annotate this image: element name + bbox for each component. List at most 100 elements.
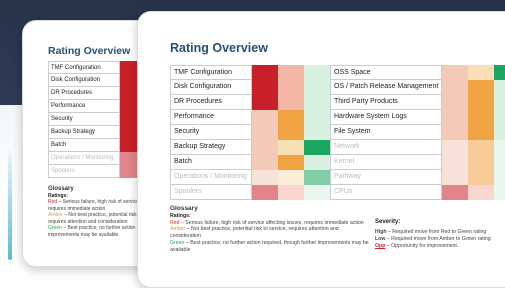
low-text: – Required move from Amber to Green rati… [385,236,491,242]
ratings-heading: Ratings: [170,212,191,219]
rating-cell-amber [468,140,494,155]
rating-cell-red [252,155,278,170]
rating-row: Spoolers [170,185,330,200]
rating-row-label: OS / Patch Release Management [330,80,442,95]
rating-cell-green [494,170,505,185]
glossary-title: Glossary [170,205,198,212]
amber-label: Amber [170,226,186,233]
rating-row-label: Disk Configuration [170,80,252,95]
rating-row-label: Operations / Monitoring [48,152,120,165]
rating-cell-green [304,95,330,110]
rating-row: Security [170,125,330,140]
amber-label: Amber [48,212,63,218]
rating-cell-amber [468,125,494,140]
rating-cell-red [442,125,468,140]
glossary-red: Red – Serious failure, high risk of serv… [170,220,370,227]
red-label: Red [48,199,58,205]
rating-row: Network [330,140,505,155]
rating-row: OSS Space [330,65,505,80]
rating-row: Disk Configuration [170,80,330,95]
rating-cell-red [252,170,278,185]
accent-edge [8,150,12,260]
rating-cell-red [442,65,468,80]
rating-row: File System [330,125,505,140]
rating-cell-green [494,125,505,140]
rating-row: Performance [170,110,330,125]
rating-row-label: OSS Space [330,65,442,80]
rating-row-label: Hardware System Logs [330,110,442,125]
rating-cell-red [442,80,468,95]
rating-cell-amber [468,170,494,185]
rating-cell-amber [278,185,304,200]
rating-row: Pathway [330,170,505,185]
rating-row: Kernel [330,155,505,170]
rating-cell-green [494,95,505,110]
rating-row-label: Security [48,113,120,126]
rating-cell-green [494,65,505,80]
rating-row-label: Disk Configuration [48,74,120,87]
rating-row: Third Party Products [330,95,505,110]
rating-cell-red [442,110,468,125]
rating-row-label: Performance [48,100,120,113]
rating-cell-amber [278,140,304,155]
rating-cell-amber [468,65,494,80]
rating-cell-green [304,125,330,140]
rating-cell-amber [278,170,304,185]
rating-row-label: Kernel [330,155,442,170]
rating-cell-green [304,65,330,80]
rating-cell-amber [468,185,494,200]
rating-cell-green [494,185,505,200]
rating-row-label: CPUs [330,185,442,200]
rating-cell-amber [278,110,304,125]
rating-row: Operations / Monitoring [170,170,330,185]
green-label: Green [48,225,62,231]
rating-cell-amber [278,125,304,140]
rating-cell-green [304,140,330,155]
rating-cell-red [252,185,278,200]
glossary: Glossary Ratings: Red – Serious failure,… [170,205,370,254]
rating-cell-amber [278,65,304,80]
rating-cell-red [442,185,468,200]
rating-row: Backup Strategy [170,140,330,155]
rating-table-right: OSS Space OS / Patch Release Management Th… [330,65,505,200]
rating-cell-red [442,95,468,110]
rating-cell-amber [468,155,494,170]
rating-cell-green [304,80,330,95]
rating-row-label: Pathway [330,170,442,185]
rating-row-label: Batch [48,139,120,152]
severity-high: High – Required move from Red to Green r… [375,229,505,236]
rating-cell-green [494,140,505,155]
rating-row: Hardware System Logs [330,110,505,125]
rating-cell-amber [278,95,304,110]
card-title: Rating Overview [48,45,131,57]
green-text: – Best practice, no further action requi… [170,239,369,253]
severity-opp: Opp – Opportunity for improvement. [375,243,505,250]
rating-row-label: Spoolers [170,185,252,200]
rating-row-label: Operations / Monitoring [170,170,252,185]
red-text: – Serious failure, high risk of service … [179,219,364,226]
rating-cell-red [252,80,278,95]
high-text: – Required move from Red to Green rating [386,229,487,235]
high-label: High [375,229,387,235]
opp-text: – Opportunity for improvement. [385,243,459,249]
rating-overview-card-front: Rating Overview TMF Configuration Disk Co… [137,11,505,288]
opp-label: Opp [375,243,386,249]
glossary-amber: Amber – Not best practice, potential ris… [170,226,370,240]
rating-row-label: Batch [170,155,252,170]
rating-cell-amber [468,95,494,110]
rating-cell-red [252,125,278,140]
rating-cell-amber [278,80,304,95]
rating-row-label: Spoolers [48,165,120,178]
rating-row-label: TMF Configuration [170,65,252,80]
red-label: Red [170,219,180,226]
rating-cell-green [304,185,330,200]
rating-row-label: Performance [170,110,252,125]
rating-cell-red [252,110,278,125]
rating-cell-amber [468,110,494,125]
rating-cell-green [494,155,505,170]
rating-row-label: TMF Configuration [48,61,120,74]
rating-row-label: Third Party Products [330,95,442,110]
rating-table-left: TMF Configuration Disk Configuration DR Pr… [170,65,330,200]
rating-row: TMF Configuration [170,65,330,80]
rating-cell-green [494,110,505,125]
